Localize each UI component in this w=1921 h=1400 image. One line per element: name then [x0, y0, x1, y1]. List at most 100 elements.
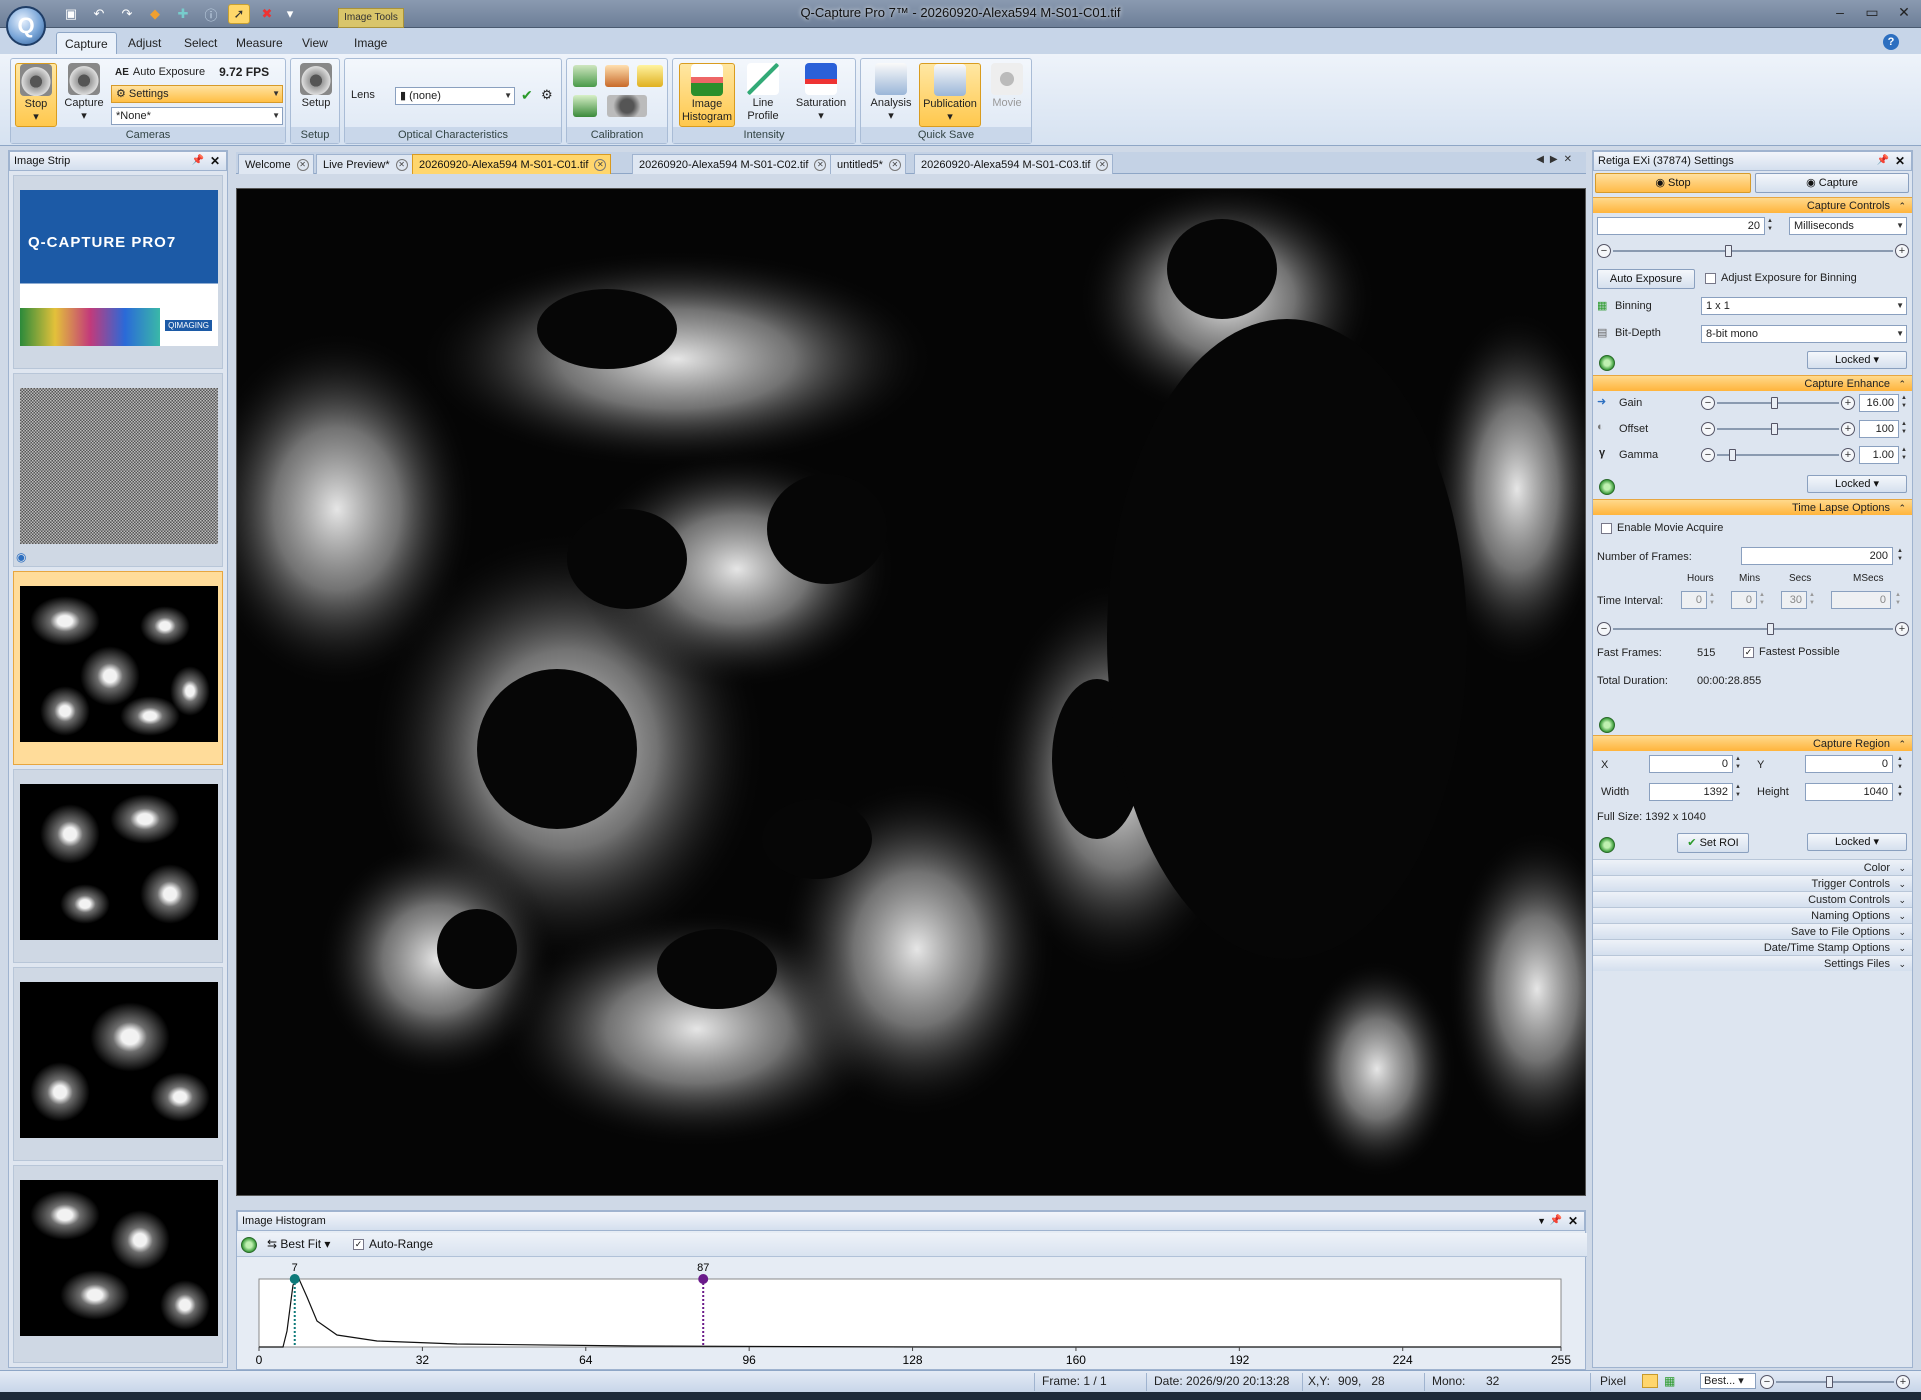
- gain-slider[interactable]: − +: [1701, 395, 1855, 411]
- reset-time-lapse-icon[interactable]: [1599, 717, 1615, 733]
- slider-thumb[interactable]: [1725, 245, 1732, 257]
- tab-live-preview[interactable]: Live Preview* ✕: [316, 154, 413, 174]
- refresh-histogram-icon[interactable]: [241, 1237, 257, 1253]
- micrograph-viewer[interactable]: [236, 188, 1586, 1196]
- slider-thumb[interactable]: [1767, 623, 1774, 635]
- saturation-button[interactable]: Saturation ▾: [791, 63, 851, 123]
- low-range-marker-handle[interactable]: [289, 1274, 300, 1284]
- tab-image[interactable]: Image: [346, 32, 395, 54]
- reset-region-icon[interactable]: [1599, 837, 1615, 853]
- offset-slider[interactable]: − +: [1701, 421, 1855, 437]
- decrease-icon[interactable]: −: [1701, 396, 1715, 410]
- zoom-in-icon[interactable]: +: [1896, 1375, 1910, 1389]
- tab-scroll-right-icon[interactable]: ▶: [1550, 154, 1564, 165]
- capture-button[interactable]: Capture ▾: [63, 63, 105, 123]
- tab-c01[interactable]: 20260920-Alexa594 M-S01-C01.tif ✕: [412, 154, 612, 174]
- exposure-slider[interactable]: − +: [1597, 243, 1909, 259]
- measure-tool-icon[interactable]: [605, 65, 629, 87]
- close-icon[interactable]: ✕: [1893, 2, 1915, 22]
- increase-icon[interactable]: +: [1895, 622, 1909, 636]
- thumbnail-c03[interactable]: [13, 1165, 223, 1363]
- slider-thumb[interactable]: [1771, 423, 1778, 435]
- height-spinner[interactable]: ▲ ▼: [1895, 783, 1905, 801]
- gamma-input[interactable]: 1.00: [1859, 446, 1899, 464]
- gain-input[interactable]: 16.00: [1859, 394, 1899, 412]
- close-icon[interactable]: ✕: [210, 152, 220, 170]
- time-lapse-header[interactable]: Time Lapse Options ⌃: [1593, 499, 1912, 515]
- close-tab-icon[interactable]: ✕: [888, 159, 901, 171]
- exposure-spinner[interactable]: ▲ ▼: [1765, 217, 1775, 235]
- msecs-spinner[interactable]: ▲ ▼: [1893, 591, 1903, 609]
- fit-view-icon[interactable]: [1642, 1374, 1658, 1388]
- capture-controls-header[interactable]: Capture Controls ⌃: [1593, 197, 1912, 213]
- high-range-marker-handle[interactable]: [698, 1274, 709, 1284]
- decrease-icon[interactable]: −: [1701, 422, 1715, 436]
- analysis-button[interactable]: Analysis ▾: [867, 63, 915, 123]
- thumbnail-c01[interactable]: [13, 571, 223, 765]
- y-spinner[interactable]: ▲ ▼: [1895, 755, 1905, 773]
- apply-check-icon[interactable]: ✔: [521, 87, 533, 104]
- capture-tab-button[interactable]: ◉ Capture: [1755, 173, 1909, 193]
- height-input[interactable]: 1040: [1805, 783, 1893, 801]
- refresh-calibration-icon[interactable]: [573, 95, 597, 117]
- slider-thumb[interactable]: [1826, 1376, 1833, 1388]
- close-tab-icon[interactable]: ✕: [1096, 159, 1109, 171]
- lens-dropdown[interactable]: ▮ (none) ▼: [395, 87, 515, 105]
- decrease-icon[interactable]: −: [1701, 448, 1715, 462]
- preset-dropdown[interactable]: *None* ▼: [111, 107, 283, 125]
- increase-icon[interactable]: +: [1841, 422, 1855, 436]
- thumbnail-live-preview[interactable]: ◉: [13, 373, 223, 567]
- hours-input[interactable]: 0: [1681, 591, 1707, 609]
- tab-view[interactable]: View: [294, 32, 336, 54]
- capture-enhance-locked-dropdown[interactable]: Locked ▾: [1807, 475, 1907, 493]
- publication-button[interactable]: Publication ▾: [919, 63, 981, 127]
- best-fit-button[interactable]: ⇆ Best Fit ▾: [267, 1237, 330, 1251]
- tab-capture[interactable]: Capture: [56, 32, 117, 54]
- decrease-icon[interactable]: −: [1597, 622, 1611, 636]
- close-tab-icon[interactable]: ✕: [814, 159, 827, 171]
- width-input[interactable]: 1392: [1649, 783, 1733, 801]
- bit-depth-dropdown[interactable]: 8-bit mono ▼: [1701, 325, 1907, 343]
- auto-exposure-button[interactable]: Auto Exposure: [1597, 269, 1695, 289]
- binning-dropdown[interactable]: 1 x 1 ▼: [1701, 297, 1907, 315]
- hours-spinner[interactable]: ▲ ▼: [1707, 591, 1717, 609]
- scale-bar-icon[interactable]: [637, 65, 663, 87]
- auto-range-checkbox[interactable]: ✓: [353, 1239, 364, 1250]
- slider-thumb[interactable]: [1729, 449, 1736, 461]
- color-section-header[interactable]: Color ⌄: [1593, 859, 1912, 875]
- pin-icon[interactable]: 📌: [192, 152, 204, 170]
- increase-icon[interactable]: +: [1841, 396, 1855, 410]
- zoom-dropdown[interactable]: Best... ▾: [1700, 1373, 1756, 1389]
- trigger-controls-header[interactable]: Trigger Controls ⌄: [1593, 875, 1912, 891]
- thumbnail-welcome[interactable]: Q-CAPTURE PRO7 QIMAGING: [13, 175, 223, 369]
- save-to-file-header[interactable]: Save to File Options ⌄: [1593, 923, 1912, 939]
- tab-c03[interactable]: 20260920-Alexa594 M-S01-C03.tif ✕: [914, 154, 1114, 174]
- calibrate-icon[interactable]: [573, 65, 597, 87]
- stop-tab-button[interactable]: ◉ Stop: [1595, 173, 1751, 193]
- exposure-input[interactable]: 20: [1597, 217, 1765, 235]
- line-profile-button[interactable]: Line Profile: [741, 63, 785, 123]
- offset-input[interactable]: 100: [1859, 420, 1899, 438]
- settings-files-header[interactable]: Settings Files ⌄: [1593, 955, 1912, 971]
- tab-select[interactable]: Select: [176, 32, 225, 54]
- msecs-input[interactable]: 0: [1831, 591, 1891, 609]
- thumbnail-untitled5[interactable]: [13, 967, 223, 1161]
- x-spinner[interactable]: ▲ ▼: [1733, 755, 1743, 773]
- gain-spinner[interactable]: ▲ ▼: [1899, 394, 1909, 412]
- lens-settings-icon[interactable]: ⚙: [541, 87, 553, 103]
- exposure-unit-dropdown[interactable]: Milliseconds ▼: [1789, 217, 1907, 235]
- zoom-out-icon[interactable]: −: [1760, 1375, 1774, 1389]
- tab-welcome[interactable]: Welcome ✕: [238, 154, 314, 174]
- settings-dropdown[interactable]: ⚙ Settings ▼: [111, 85, 283, 103]
- gamma-slider[interactable]: − +: [1701, 447, 1855, 463]
- close-tab-icon[interactable]: ✕: [594, 159, 607, 171]
- capture-region-header[interactable]: Capture Region ⌃: [1593, 735, 1912, 751]
- stop-button[interactable]: Stop ▾: [15, 63, 57, 127]
- help-icon[interactable]: ?: [1883, 34, 1899, 50]
- decrease-icon[interactable]: −: [1597, 244, 1611, 258]
- mins-input[interactable]: 0: [1731, 591, 1757, 609]
- maximize-icon[interactable]: ▭: [1861, 2, 1883, 22]
- adjust-binning-checkbox[interactable]: [1705, 273, 1716, 284]
- fastest-possible-checkbox[interactable]: ✓: [1743, 647, 1754, 658]
- reset-enhance-icon[interactable]: [1599, 479, 1615, 495]
